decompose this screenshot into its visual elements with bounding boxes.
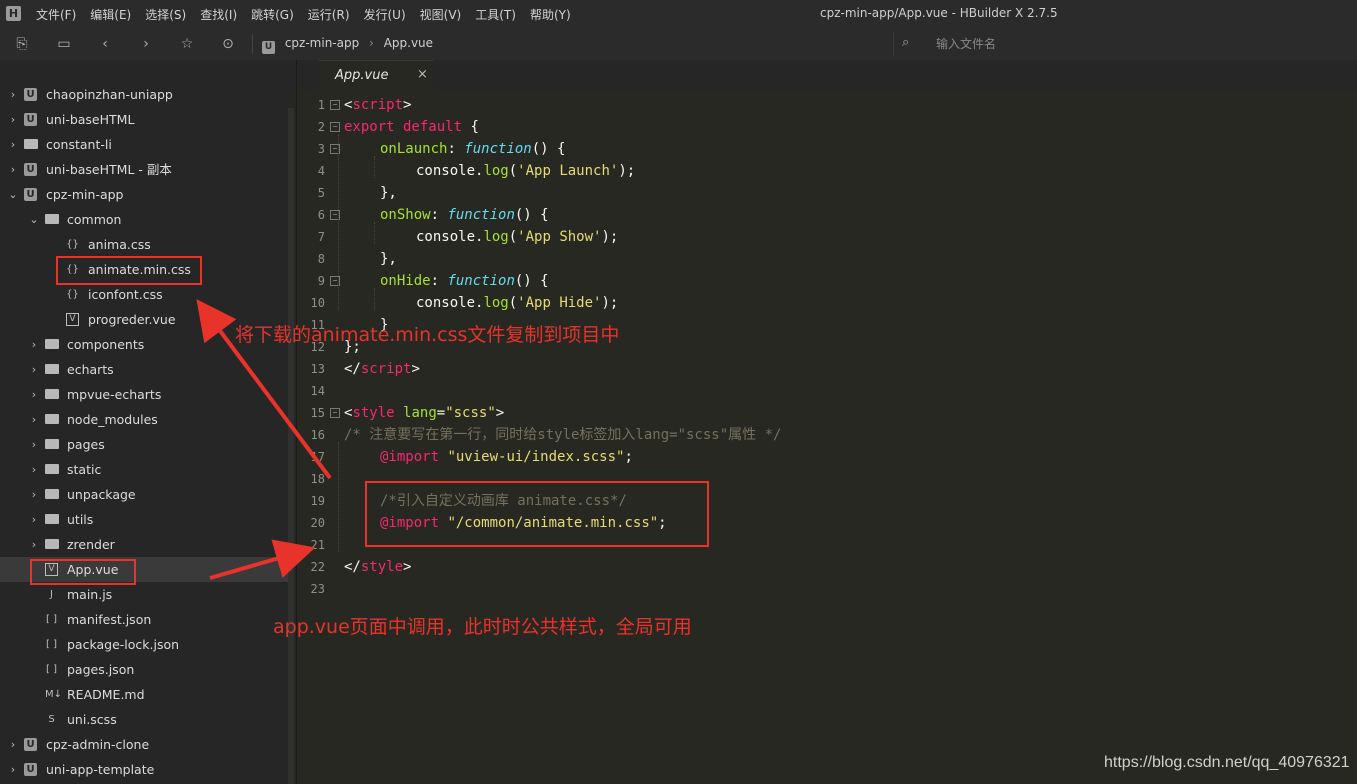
watermark: https://blog.csdn.net/qq_40976321 [1104,754,1350,771]
usage-annotation: app.vue页面中调用，此时时公共样式，全局可用 [273,616,692,638]
arrow-from-app-vue [209,539,316,580]
copy-annotation: 将下载的animate.min.css文件复制到项目中 [235,324,620,346]
annotation-arrows [196,299,332,580]
